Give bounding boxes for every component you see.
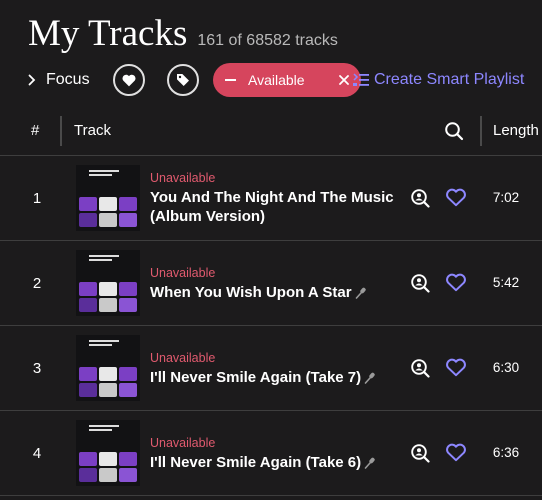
page-title: My Tracks (28, 13, 188, 54)
filter-bar: Focus Available Create Smart Playlist (28, 62, 542, 98)
track-duration: 6:30 (492, 360, 520, 375)
column-track[interactable]: Track (74, 122, 111, 139)
column-divider[interactable] (60, 116, 62, 146)
track-title-line: I'll Never Smile Again (Take 7) (150, 369, 362, 386)
lyrics-search-icon[interactable] (410, 358, 430, 378)
tag-icon (177, 74, 189, 86)
album-cover[interactable] (76, 420, 140, 486)
column-divider[interactable] (480, 116, 482, 146)
chevron-right-icon (28, 74, 36, 86)
track-title-line: You And The Night And The Music (150, 189, 394, 206)
favorites-filter-button[interactable] (113, 64, 145, 96)
track-title[interactable]: I'll Never Smile Again (Take 7) (150, 368, 402, 387)
focus-toggle[interactable]: Focus (28, 71, 90, 89)
close-icon[interactable] (339, 75, 349, 85)
heart-icon[interactable] (445, 272, 467, 292)
track-title-line: I'll Never Smile Again (Take 6) (150, 454, 362, 471)
page-header: My Tracks 161 of 68582 tracks (28, 12, 338, 56)
track-row[interactable]: 3 Unavailable I'll Never Smile Again (Take… (0, 326, 542, 410)
available-filter-label: Available (248, 72, 305, 88)
tags-filter-button[interactable] (167, 64, 199, 96)
heart-icon[interactable] (445, 357, 467, 377)
track-duration: 6:36 (492, 445, 520, 460)
album-cover[interactable] (76, 165, 140, 231)
heart-icon[interactable] (445, 187, 467, 207)
row-divider (0, 495, 542, 496)
album-cover[interactable] (76, 250, 140, 316)
heart-icon[interactable] (445, 442, 467, 462)
microphone-icon (364, 457, 375, 469)
minus-icon (225, 79, 236, 81)
track-title[interactable]: When You Wish Upon A Star (150, 283, 402, 302)
availability-status: Unavailable (150, 436, 216, 450)
track-number: 2 (32, 275, 42, 292)
track-title-line: (Album Version) (150, 208, 266, 225)
smart-playlist-icon (353, 73, 369, 86)
track-row[interactable]: 4 Unavailable I'll Never Smile Again (Take… (0, 411, 542, 495)
track-duration: 7:02 (492, 190, 520, 205)
track-count: 161 of 68582 tracks (197, 32, 338, 49)
album-cover[interactable] (76, 335, 140, 401)
search-icon[interactable] (444, 121, 464, 141)
track-duration: 5:42 (492, 275, 520, 290)
microphone-icon (355, 287, 366, 299)
track-number: 1 (32, 190, 42, 207)
focus-label: Focus (46, 71, 90, 88)
track-title[interactable]: I'll Never Smile Again (Take 6) (150, 453, 402, 472)
track-number: 3 (32, 360, 42, 377)
column-number: # (31, 122, 40, 139)
create-smart-playlist-label: Create Smart Playlist (374, 71, 525, 88)
availability-status: Unavailable (150, 351, 216, 365)
heart-icon (122, 74, 136, 87)
lyrics-search-icon[interactable] (410, 188, 430, 208)
lyrics-search-icon[interactable] (410, 273, 430, 293)
track-list-header: # Track Length (0, 110, 542, 154)
track-title[interactable]: You And The Night And The Music (Album Ve… (150, 188, 402, 226)
track-row[interactable]: 2 Unavailable When You Wish Upon A Star 5:4… (0, 241, 542, 325)
available-filter-chip[interactable]: Available (213, 63, 361, 97)
track-row[interactable]: 1 Unavailable You And The Night And The Mu… (0, 156, 542, 240)
column-length[interactable]: Length (493, 122, 539, 139)
track-number: 4 (32, 445, 42, 462)
track-title-line: When You Wish Upon A Star (150, 284, 352, 301)
availability-status: Unavailable (150, 266, 216, 280)
availability-status: Unavailable (150, 171, 216, 185)
create-smart-playlist-button[interactable]: Create Smart Playlist (353, 62, 524, 98)
microphone-icon (364, 372, 375, 384)
lyrics-search-icon[interactable] (410, 443, 430, 463)
